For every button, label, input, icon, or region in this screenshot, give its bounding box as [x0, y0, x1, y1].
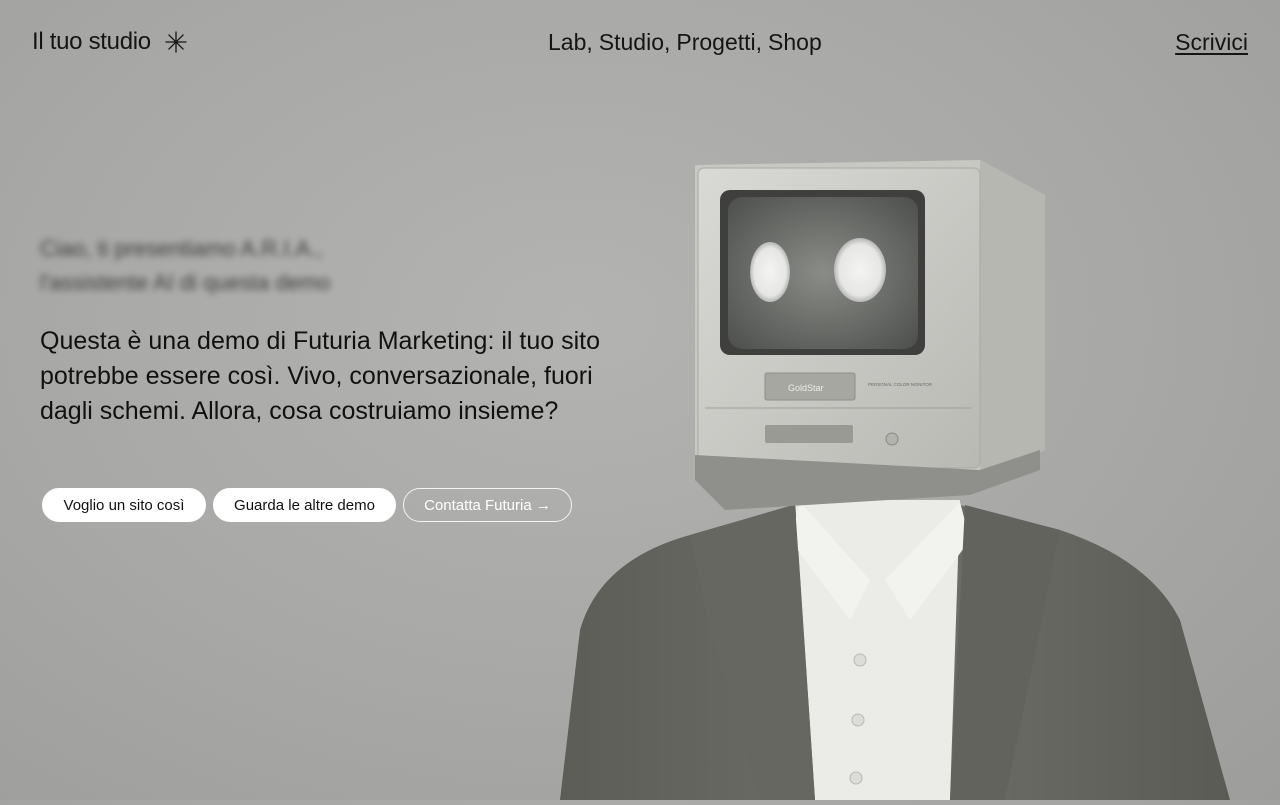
contact-futuria-button[interactable]: Contatta Futuria → — [403, 488, 572, 522]
hero-actions: Voglio un sito così Guarda le altre demo… — [42, 488, 572, 522]
contact-link[interactable]: Scrivici — [1175, 29, 1248, 56]
asterisk-icon — [165, 31, 187, 53]
assistant-intro: Ciao, ti presentiamo A.R.I.A., l'assiste… — [40, 232, 330, 300]
hero-headline: Questa è una demo di Futuria Marketing: … — [40, 327, 601, 425]
nav-item-lab[interactable]: Lab — [548, 29, 586, 56]
monitor-brand: GoldStar — [788, 383, 824, 393]
hero-image: GoldStar PERSONAL COLOR MONITOR — [540, 150, 1260, 800]
brand-name[interactable]: Il tuo studio — [32, 28, 151, 56]
brand-logo[interactable]: Il tuo studio — [32, 28, 187, 56]
crt-head-person-illustration: GoldStar PERSONAL COLOR MONITOR — [560, 160, 1230, 800]
nav-separator: , — [663, 29, 671, 55]
monitor-model: PERSONAL COLOR MONITOR — [868, 382, 933, 387]
nav-item-shop[interactable]: Shop — [768, 29, 822, 56]
want-site-button[interactable]: Voglio un sito così — [42, 488, 206, 522]
other-demos-button[interactable]: Guarda le altre demo — [213, 488, 396, 522]
nav-separator: , — [586, 29, 593, 55]
nav-item-studio[interactable]: Studio — [599, 29, 664, 56]
nav-item-progetti[interactable]: Progetti — [676, 29, 755, 56]
intro-line-2: l'assistente AI di questa demo — [40, 270, 331, 295]
intro-line-1: Ciao, ti presentiamo A.R.I.A., — [40, 236, 323, 261]
nav-separator: , — [755, 29, 763, 55]
site-header: Il tuo studio Lab, Studio, Progetti, Sho… — [0, 0, 1280, 84]
main-nav: Lab, Studio, Progetti, Shop — [548, 29, 822, 56]
